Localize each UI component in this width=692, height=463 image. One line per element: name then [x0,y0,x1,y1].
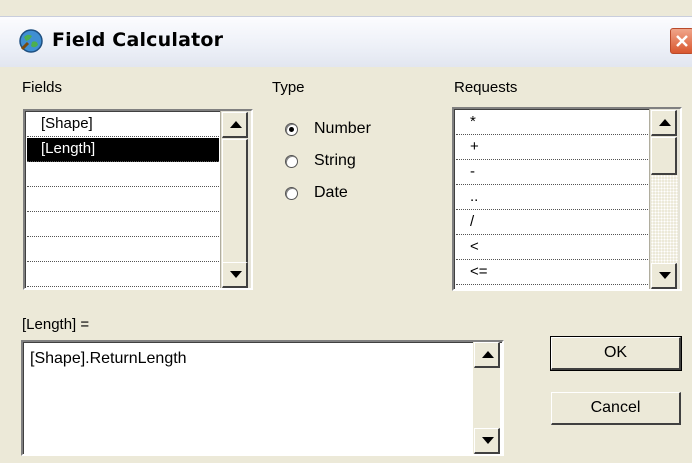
radio-button[interactable] [285,186,298,200]
requests-list-item[interactable]: < [456,236,648,260]
expression-scroll-down-button[interactable] [474,428,500,454]
fields-list-item[interactable] [27,263,219,287]
requests-scroll-track[interactable] [651,175,678,265]
requests-list-item[interactable]: <= [456,261,648,285]
type-option-date[interactable]: Date [285,181,348,205]
radio-button[interactable] [285,154,298,168]
ok-button[interactable]: OK [550,336,682,371]
calculator-globe-icon [18,28,44,54]
radio-label: Number [314,120,371,137]
expression-label: [Length] = [22,316,90,333]
expression-scrollbar[interactable] [473,342,500,454]
radio-button[interactable] [285,122,298,136]
radio-label: Date [314,184,348,201]
close-icon [676,35,688,47]
arrow-down-icon [482,437,494,444]
expression-input[interactable]: [Shape].ReturnLength [21,340,504,456]
requests-list-item[interactable]: / [456,211,648,235]
fields-list-item[interactable] [27,238,219,262]
fields-list-item[interactable]: [Shape] [27,113,219,137]
expression-text: [Shape].ReturnLength [30,350,187,367]
fields-list[interactable]: [Shape] [Length] [23,109,253,290]
requests-list-item[interactable]: * [456,111,648,135]
fields-list-item[interactable] [27,213,219,237]
arrow-up-icon [482,351,494,358]
arrow-up-icon [230,121,242,128]
close-button[interactable] [670,28,692,54]
fields-label: Fields [22,79,63,96]
type-option-number[interactable]: Number [285,117,371,141]
cancel-button[interactable]: Cancel [551,392,681,425]
fields-scroll-thumb[interactable] [222,139,248,265]
arrow-up-icon [659,119,671,126]
field-calculator-window: Field Calculator Fields [Shape] [Length] … [0,0,692,463]
title-bar[interactable]: Field Calculator [0,16,692,67]
type-label: Type [272,79,305,96]
requests-list-item[interactable]: + [456,136,648,160]
requests-label: Requests [454,79,518,96]
fields-scrollbar[interactable] [220,111,251,288]
fields-scroll-down-button[interactable] [222,262,248,288]
requests-scrollbar[interactable] [649,109,680,289]
arrow-down-icon [659,272,671,279]
requests-list[interactable]: * + -.. / < <= [452,107,682,291]
arrow-down-icon [230,271,242,278]
fields-list-item[interactable] [27,163,219,187]
requests-list-item[interactable]: - [456,161,648,185]
requests-list-item[interactable]: .. [456,186,648,210]
expression-scroll-up-button[interactable] [474,342,500,368]
requests-scroll-down-button[interactable] [651,263,677,289]
requests-scroll-up-button[interactable] [651,110,677,136]
fields-list-item[interactable] [27,188,219,212]
type-option-string[interactable]: String [285,149,356,173]
radio-label: String [314,152,356,169]
fields-scroll-up-button[interactable] [222,112,248,138]
fields-list-item[interactable]: [Length] [27,138,219,162]
window-title: Field Calculator [52,29,224,51]
requests-scroll-thumb[interactable] [651,137,677,175]
